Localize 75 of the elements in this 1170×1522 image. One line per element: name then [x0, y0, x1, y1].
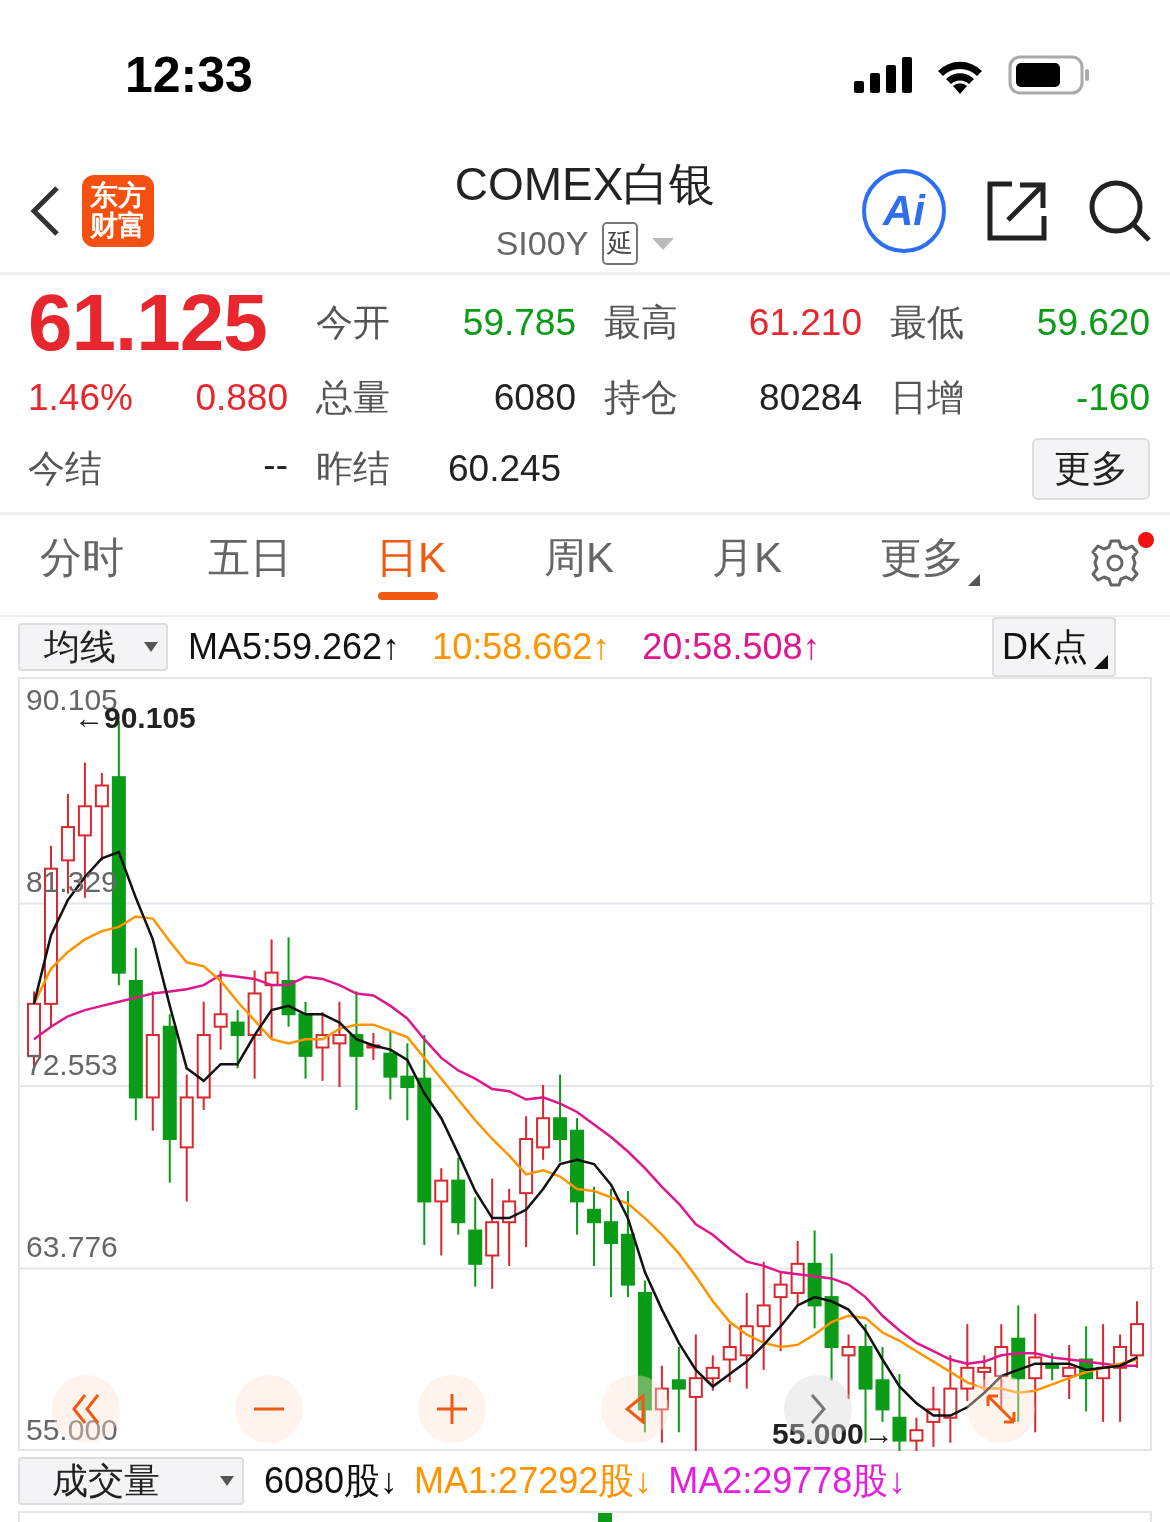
field-label: 最低 [889, 301, 965, 345]
candle [790, 1239, 805, 1307]
corner-triangle-icon [968, 574, 980, 586]
change-percent: 1.46% [28, 377, 133, 419]
field-value: 59.785 [461, 302, 576, 344]
candle [909, 1416, 924, 1452]
chevron-right-icon [810, 1394, 826, 1424]
instrument-title: COMEX白银 [454, 157, 716, 212]
candle [315, 1011, 330, 1082]
ma-legend: MA5:59.262↑ [188, 626, 401, 668]
ai-button[interactable]: Ai [862, 169, 946, 253]
share-icon[interactable] [986, 180, 1048, 242]
period-tab[interactable]: 周K [544, 530, 712, 600]
candle [230, 1009, 245, 1070]
corner-triangle-icon [1094, 655, 1108, 669]
volume-legend: MA1:27292股↓ [414, 1456, 653, 1506]
candle [977, 1354, 992, 1392]
change-value: 0.880 [195, 377, 288, 419]
period-tab[interactable]: 更多 [880, 530, 1048, 600]
field-label: 总量 [316, 376, 391, 420]
field-value: -160 [1074, 377, 1150, 419]
period-tab[interactable]: 分时 [40, 530, 208, 600]
candle [722, 1323, 737, 1384]
dk-button[interactable]: DK点 [992, 617, 1116, 677]
delay-tag: 延 [602, 222, 639, 265]
candle [1045, 1352, 1060, 1382]
field-label: 日增 [889, 376, 965, 420]
candle [705, 1354, 720, 1392]
field-label: 今结 [28, 447, 102, 491]
volume-legend: 6080股↓ [264, 1456, 399, 1506]
candle [383, 1029, 398, 1101]
instrument-code: SI00Y [495, 224, 589, 263]
ma-legend: 10:58.662↑ [432, 626, 611, 668]
battery-icon [1008, 55, 1090, 95]
field-label: 持仓 [603, 376, 679, 420]
indicator-selector[interactable]: 均线 [18, 623, 168, 671]
search-icon[interactable] [1088, 179, 1152, 243]
field-value: 61.210 [747, 302, 862, 344]
plus-icon [437, 1394, 467, 1424]
ma-legend: 20:58.508↑ [642, 626, 821, 668]
volume-legend: MA2:29778股↓ [668, 1456, 907, 1506]
status-time: 12:33 [125, 46, 253, 104]
field-label: 最高 [603, 301, 679, 345]
last-price: 61.125 [28, 277, 268, 369]
signal-icon [854, 57, 912, 93]
field-value: 6080 [492, 377, 576, 419]
settings-icon[interactable] [1090, 538, 1140, 588]
period-tab[interactable]: 日K [376, 530, 544, 600]
volume-bar [598, 1513, 612, 1522]
expand-button[interactable] [967, 1375, 1035, 1443]
axis-label: 72.553 [26, 1047, 118, 1082]
more-button[interactable]: 更多 [1032, 438, 1150, 500]
indicator-selector[interactable]: 成交量 [18, 1457, 244, 1505]
app-logo: 东方财富 [82, 175, 154, 247]
period-tab[interactable]: 五日 [208, 530, 376, 600]
caret-icon [144, 642, 158, 652]
axis-label: 55.000 [26, 1413, 118, 1447]
candle [1062, 1343, 1077, 1400]
field-value: 80284 [758, 377, 862, 419]
triangle-left-icon [625, 1394, 645, 1424]
candle [1130, 1300, 1145, 1369]
caret-icon [220, 1476, 234, 1486]
candle [926, 1385, 941, 1448]
field-value: -- [263, 444, 288, 487]
field-value: 60.245 [447, 448, 563, 490]
axis-label: 63.776 [26, 1230, 118, 1265]
candle [366, 1031, 381, 1061]
back-icon[interactable] [30, 185, 60, 237]
candle [841, 1333, 856, 1400]
period-tab[interactable]: 月K [712, 530, 880, 600]
field-label: 昨结 [316, 447, 391, 491]
diagonal-arrows-icon [986, 1394, 1016, 1424]
minus-icon [254, 1407, 284, 1411]
field-value: 59.620 [1035, 302, 1150, 344]
field-label: 今开 [316, 301, 391, 345]
